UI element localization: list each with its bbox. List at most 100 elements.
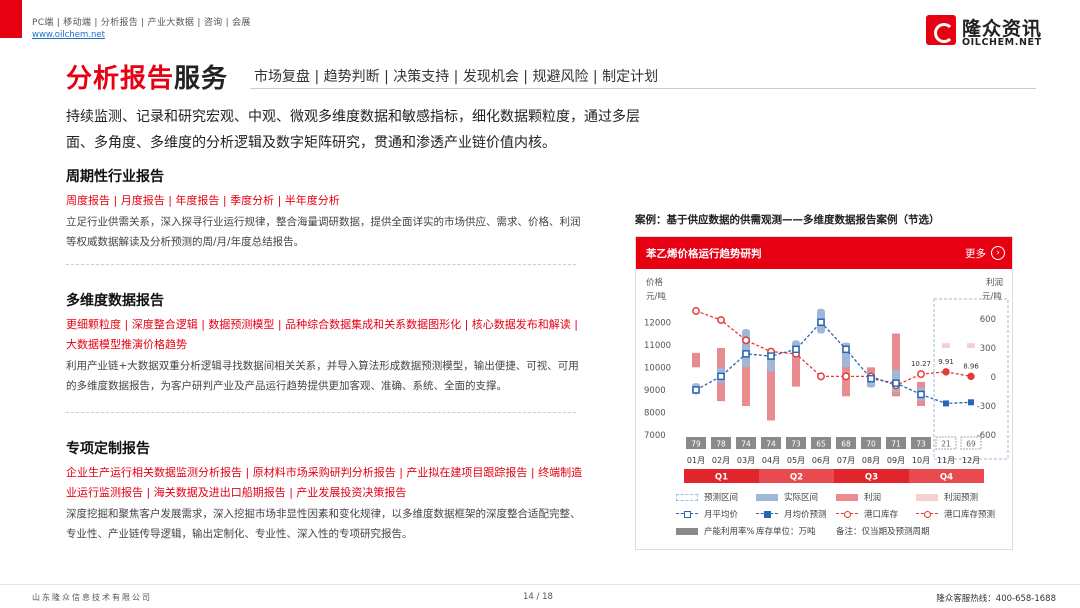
price-trend-chart: 价格元/吨 利润元/吨 12000 11000 10000 9000 8000 7000 600… [644,277,1009,483]
chevron-right-icon[interactable]: › [991,246,1005,260]
more-link[interactable]: 更多 [965,246,986,261]
inventory-forecast-point [967,372,975,381]
month-label: 03月 [737,456,755,465]
left-tick-label: 9000 [644,386,666,396]
utilization-label: 74 [741,440,751,449]
right-axis-unit: 元/吨 [982,291,1002,302]
legend-avg-price: 月平均价 [676,508,738,520]
right-tick-label: 600 [980,315,996,325]
data-label: 8.96 [963,362,979,370]
case-panel: 苯乙烯价格运行趋势研判 更多 › 价格 元/吨 利润 元/吨 12000 11000 100… [635,236,1013,550]
case-caption: 案例：基于供应数据的供需观测——多维度数据报告案例（节选） [635,214,940,226]
left-tick-label: 8000 [644,408,666,418]
inventory-point [817,372,825,381]
avg-price-forecast-point [943,400,949,407]
quarter-label: Q3 [865,473,878,483]
legend-profit: 利润 [836,491,881,503]
section-divider [66,412,576,413]
legend-actual-range: 实际区间 [756,491,818,503]
title-tags: 市场复盘 | 趋势判断 | 决策支持 | 发现机会 | 规避风险 | 制定计划 [254,69,659,85]
profit-forecast-bar [967,343,975,348]
month-label: 01月 [687,456,705,465]
chart-legend: 预测区间 实际区间 利润 利润预测 月平均价 月均价预测 港口库存 港口库存预测… [676,491,1006,542]
inventory-point [917,370,925,379]
data-label: 10.27 [911,360,931,368]
section-periodic: 周期性行业报告 周度报告 | 月度报告 | 年度报告 | 季度分析 | 半年度分… [66,166,586,252]
section-desc: 立足行业供需关系，深入探寻行业运行规律，整合海量调研数据，提供全面详实的市场供应… [66,216,581,248]
legend-avg-price-forecast: 月均价预测 [756,508,827,520]
month-label: 04月 [762,456,780,465]
right-axis-title: 利润 [986,277,1003,288]
intro-paragraph: 持续监测、记录和研究宏观、中观、微观多维度数据和敏感指标，细化数据颗粒度，通过多… [66,109,640,151]
avg-price-point [717,372,725,381]
right-tick-label: -300 [977,402,996,412]
page-title: 分析报告服务 [66,58,228,95]
month-label: 10月 [912,456,930,465]
brand-logo[interactable]: 隆众资讯 OILCHEM.NET [926,15,1056,49]
left-tick-label: 12000 [644,318,671,328]
page-title-rest: 服务 [174,64,229,94]
section-desc: 利用产业链+大数据双重分析逻辑寻找数据间相关关系，并导入算法形成数据预测模型，输… [66,360,579,392]
section-tags: 周度报告 | 月度报告 | 年度报告 | 季度分析 | 半年度分析 [66,194,340,207]
legend-profit-forecast: 利润预测 [916,491,978,503]
legend-inventory-unit: 库存单位：万吨 [756,527,816,537]
quarter-label: Q1 [715,473,728,483]
legend-utilization: 产能利用率% [676,525,755,537]
panel-header: 苯乙烯价格运行趋势研判 更多 › [636,237,1012,269]
actual-range-bar [742,329,750,368]
legend-port-inventory: 港口库存 [836,508,898,520]
utilization-label: 69 [966,440,976,449]
section-multidim: 多维度数据报告 更细颗粒度 | 深度整合逻辑 | 数据预测模型 | 品种综合数据… [66,290,586,396]
top-nav[interactable]: PC端 | 移动端 | 分析报告 | 产业大数据 | 咨询 | 会展 [32,15,251,28]
inventory-forecast-point [942,368,950,376]
title-divider [250,88,1036,89]
section-tags: 企业生产运行相关数据监测分析报告 | 原材料市场采购研判分析报告 | 产业拟在建… [66,466,583,499]
logo-icon [926,15,956,45]
month-label: 11月 [937,456,955,465]
month-label: 12月 [962,456,980,465]
right-tick-label: 300 [980,344,996,354]
footer-divider [0,584,1080,585]
utilization-label: 21 [941,440,951,449]
inventory-line [695,310,922,387]
avg-price-point [692,386,700,394]
utilization-label: 71 [891,440,901,449]
profit-forecast-bar [942,343,950,348]
month-label: 08月 [862,456,880,465]
inventory-point [842,372,850,381]
footer-company: 山东隆众信息技术有限公司 [32,593,152,602]
avg-price-line [695,321,922,396]
section-title: 多维度数据报告 [66,293,164,309]
avg-price-forecast-point [968,399,974,406]
section-title: 周期性行业报告 [66,169,164,185]
panel-title: 苯乙烯价格运行趋势研判 [646,248,762,260]
left-tick-label: 7000 [644,431,666,441]
corner-accent [0,0,22,38]
section-custom: 专项定制报告 企业生产运行相关数据监测分析报告 | 原材料市场采购研判分析报告 … [66,438,586,544]
left-tick-label: 11000 [644,341,671,351]
month-label: 05月 [787,456,805,465]
page-title-highlight: 分析报告 [66,64,175,94]
left-axis-title: 价格 [646,277,664,288]
avg-price-point [867,374,875,383]
left-tick-label: 10000 [644,363,671,373]
left-axis-unit: 元/吨 [646,291,666,302]
utilization-label: 73 [791,440,801,449]
section-divider [66,264,576,265]
data-label: 9.91 [938,358,954,366]
month-label: 06月 [812,456,830,465]
utilization-label: 65 [816,440,826,449]
utilization-label: 68 [841,440,851,449]
utilization-label: 73 [916,440,926,449]
profit-bar [692,352,700,368]
avg-price-point [917,390,925,399]
inventory-point [717,316,725,324]
inventory-point [742,336,750,345]
site-link[interactable]: www.oilchem.net [32,30,105,40]
page-number: 14 / 18 [523,592,553,602]
legend-port-inventory-forecast: 港口库存预测 [916,508,995,520]
avg-price-point [792,345,800,354]
avg-price-point [817,318,825,327]
utilization-label: 70 [866,440,876,449]
quarter-label: Q4 [940,473,953,483]
